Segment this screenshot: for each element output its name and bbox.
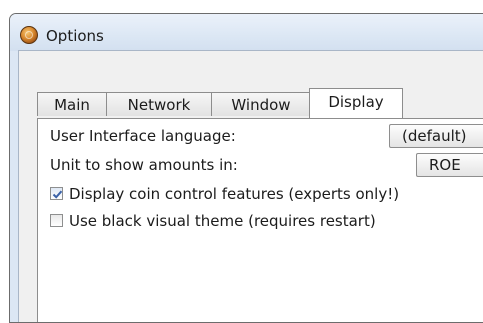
- tab-main[interactable]: Main: [37, 92, 107, 116]
- unit-select-value: ROE: [429, 156, 461, 174]
- black-theme-label: Use black visual theme (requires restart…: [69, 212, 376, 230]
- language-select-value: (default): [402, 127, 467, 145]
- checkmark-icon: [52, 190, 63, 199]
- coin-control-label: Display coin control features (experts o…: [69, 185, 400, 203]
- tab-display[interactable]: Display: [309, 88, 403, 118]
- window-title: Options: [46, 27, 104, 45]
- coin-icon: [20, 26, 38, 44]
- unit-select[interactable]: ROE: [416, 153, 483, 177]
- tab-network[interactable]: Network: [106, 92, 212, 116]
- unit-label: Unit to show amounts in:: [50, 156, 238, 174]
- options-window: Options Main Network Window Display User…: [9, 13, 483, 323]
- coin-control-checkbox[interactable]: [50, 187, 63, 200]
- display-tab-panel: User Interface language: (default) Unit …: [37, 118, 483, 322]
- language-label: User Interface language:: [50, 127, 236, 145]
- language-select[interactable]: (default): [389, 124, 483, 148]
- tab-window[interactable]: Window: [211, 92, 311, 116]
- black-theme-checkbox[interactable]: [50, 214, 63, 227]
- dialog-body: Main Network Window Display User Interfa…: [18, 50, 483, 322]
- title-bar[interactable]: Options: [10, 14, 483, 51]
